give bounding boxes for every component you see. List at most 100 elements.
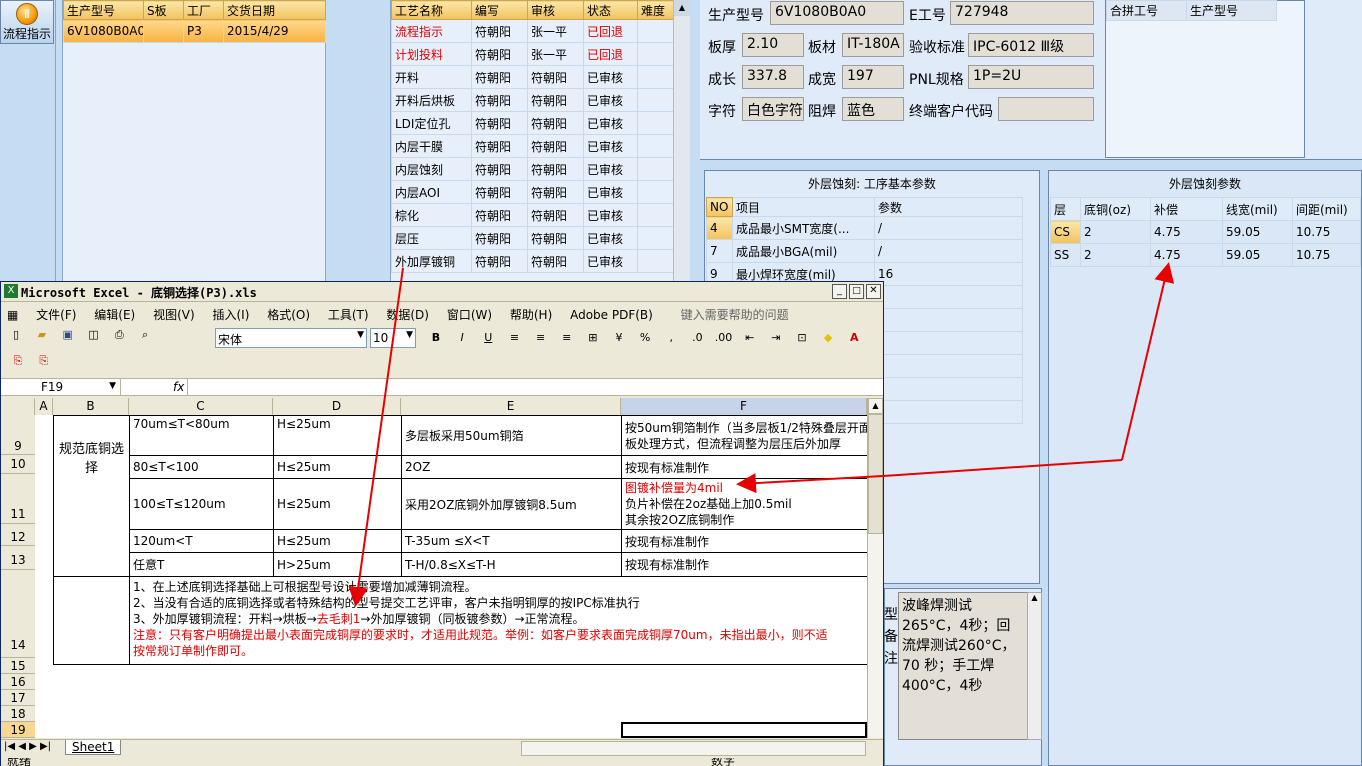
scroll-up-icon[interactable]: ▲ [1028, 593, 1041, 602]
close-button[interactable]: ✕ [866, 284, 881, 299]
increase-decimal-icon[interactable]: .0 [688, 329, 706, 347]
table-row[interactable]: 计划投料 符朝阳 张一平 已回退 [391, 42, 674, 66]
table-row[interactable]: 6V1080B0A0 P3 2015/4/29 [63, 19, 326, 43]
decrease-decimal-icon[interactable]: .00 [715, 329, 733, 347]
pdf-convert-icon[interactable]: ⎘ [9, 352, 27, 370]
process-scrollbar[interactable]: ▲ [673, 0, 690, 290]
save-icon[interactable]: ▣ [59, 326, 77, 344]
permission-icon[interactable]: ◫ [84, 326, 102, 344]
material-field[interactable]: IT-180A [842, 33, 904, 57]
col-header-a[interactable]: A [35, 398, 53, 415]
menu-format[interactable]: 格式(O) [267, 308, 310, 322]
percent-icon[interactable]: % [636, 329, 654, 347]
selected-cell-f19[interactable] [621, 722, 867, 738]
row-header[interactable]: 13 [1, 546, 35, 570]
etch-header[interactable]: 补偿 [1150, 197, 1223, 221]
row-header[interactable]: 16 [1, 674, 35, 690]
maximize-button[interactable]: □ [849, 284, 864, 299]
fill-color-icon[interactable]: ◆ [819, 329, 837, 347]
menu-tools[interactable]: 工具(T) [328, 308, 369, 322]
table-row[interactable]: 流程指示 符朝阳 张一平 已回退 [391, 19, 674, 43]
etch-header[interactable]: 底铜(oz) [1080, 197, 1151, 221]
merge-header[interactable]: 生产型号 [1186, 0, 1277, 21]
etch-header[interactable]: 线宽(mil) [1222, 197, 1293, 221]
table-row[interactable]: 开料 符朝阳 符朝阳 已审核 [391, 65, 674, 89]
row-header[interactable]: 18 [1, 706, 35, 722]
table-row[interactable]: 7 成品最小BGA(mil) / [706, 239, 1023, 263]
table-row[interactable]: 内层AOI 符朝阳 符朝阳 已审核 [391, 180, 674, 204]
basic-header[interactable]: 参数 [874, 197, 1023, 217]
char-field[interactable]: 白色字符 [742, 97, 804, 121]
orders-header[interactable]: 工厂 [183, 0, 224, 20]
note-textbox[interactable]: 波峰焊测试265°C，4秒；回流焊测试260°C，70 秒；手工焊400°C，4… [898, 592, 1028, 740]
table-row[interactable]: 棕化 符朝阳 符朝阳 已审核 [391, 203, 674, 227]
menu-help[interactable]: 帮助(H) [510, 308, 552, 322]
flow-button[interactable]: Ⅱ 流程指示 [0, 0, 54, 44]
row-header[interactable]: 9 [1, 415, 35, 455]
process-header[interactable]: 难度 [637, 0, 674, 20]
menu-insert[interactable]: 插入(I) [212, 308, 249, 322]
col-header-c[interactable]: C [129, 398, 273, 415]
italic-icon[interactable]: I [453, 329, 471, 347]
minimize-button[interactable]: _ [832, 284, 847, 299]
table-row[interactable]: 内层干膜 符朝阳 符朝阳 已审核 [391, 134, 674, 158]
orders-header[interactable]: 生产型号 [63, 0, 144, 20]
pdf-mail-icon[interactable]: ⎘ [35, 352, 53, 370]
row-header[interactable]: 14 [1, 570, 35, 658]
etch-header[interactable]: 层 [1050, 197, 1081, 221]
indent-icon[interactable]: ⇤ [741, 329, 759, 347]
bold-icon[interactable]: B [427, 329, 445, 347]
font-color-icon[interactable]: A [845, 329, 863, 347]
tab-sheet1[interactable]: Sheet1 [65, 740, 122, 755]
comma-icon[interactable]: , [662, 329, 680, 347]
process-header[interactable]: 状态 [583, 0, 638, 20]
tab-nav-first-icon[interactable]: |◀ ◀ ▶ ▶| [4, 741, 51, 752]
process-header[interactable]: 工艺名称 [391, 0, 472, 20]
table-row[interactable]: LDI定位孔 符朝阳 符朝阳 已审核 [391, 111, 674, 135]
outdent-icon[interactable]: ⇥ [767, 329, 785, 347]
table-row[interactable]: 开料后烘板 符朝阳 符朝阳 已审核 [391, 88, 674, 112]
align-left-icon[interactable]: ≡ [505, 329, 523, 347]
scroll-up-icon[interactable]: ▲ [674, 0, 690, 16]
end-customer-field[interactable] [998, 97, 1094, 121]
align-right-icon[interactable]: ≡ [558, 329, 576, 347]
merge-header[interactable]: 合拼工号 [1106, 0, 1187, 21]
table-row[interactable]: 内层蚀刻 符朝阳 符朝阳 已审核 [391, 157, 674, 181]
table-row[interactable]: SS 2 4.75 59.05 10.75 [1050, 243, 1361, 267]
std-field[interactable]: IPC-6012 Ⅲ级 [968, 33, 1094, 57]
orders-header[interactable]: 交货日期 [223, 0, 326, 20]
table-row[interactable]: 任意T H>25um T-H/0.8≤X≤T-H 按现有标准制作 [54, 552, 867, 577]
row-header[interactable]: 19 [1, 722, 35, 738]
row-header[interactable]: 11 [1, 474, 35, 524]
table-row[interactable]: 100≤T≤120um H≤25um 采用2OZ底铜外加厚镀铜8.5um 图镀补… [54, 478, 867, 530]
scroll-thumb[interactable] [868, 414, 883, 534]
name-box[interactable]: F19 ▼ [1, 379, 121, 396]
table-row[interactable]: 4 成品最小SMT宽度(... / [706, 216, 1023, 240]
mask-field[interactable]: 蓝色 [842, 97, 904, 121]
row-header[interactable]: 17 [1, 690, 35, 706]
process-header[interactable]: 编写 [471, 0, 528, 20]
thickness-field[interactable]: 2.10 [742, 33, 804, 57]
sheet-hscroll[interactable] [521, 741, 866, 756]
col-header-e[interactable]: E [401, 398, 621, 415]
etch-header[interactable]: 间距(mil) [1292, 197, 1361, 221]
merge-center-icon[interactable]: ⊞ [584, 329, 602, 347]
note-scrollbar[interactable]: ▲ [1027, 592, 1042, 740]
basic-header[interactable]: NO [706, 197, 733, 217]
formula-input[interactable] [187, 379, 881, 396]
row-header[interactable]: 10 [1, 455, 35, 474]
row-header[interactable]: 15 [1, 658, 35, 674]
width-field[interactable]: 197 [842, 65, 904, 89]
col-header-b[interactable]: B [53, 398, 129, 415]
corner-cell[interactable] [1, 398, 35, 415]
e-no-field[interactable]: 727948 [950, 1, 1094, 25]
length-field[interactable]: 337.8 [742, 65, 804, 89]
font-name-select[interactable]: 宋体 ▼ [215, 328, 367, 348]
align-center-icon[interactable]: ≡ [532, 329, 550, 347]
table-row[interactable]: 1、在上述底铜选择基础上可根据型号设计需要增加减薄铜流程。 2、当没有合适的底铜… [53, 576, 867, 665]
preview-icon[interactable]: ⌕ [136, 326, 154, 344]
menu-edit[interactable]: 编辑(E) [94, 308, 135, 322]
currency-icon[interactable]: ¥ [610, 329, 628, 347]
menu-window[interactable]: 窗口(W) [447, 308, 492, 322]
table-row[interactable]: 120um<T H≤25um T-35um ≤X<T 按现有标准制作 [54, 529, 867, 553]
